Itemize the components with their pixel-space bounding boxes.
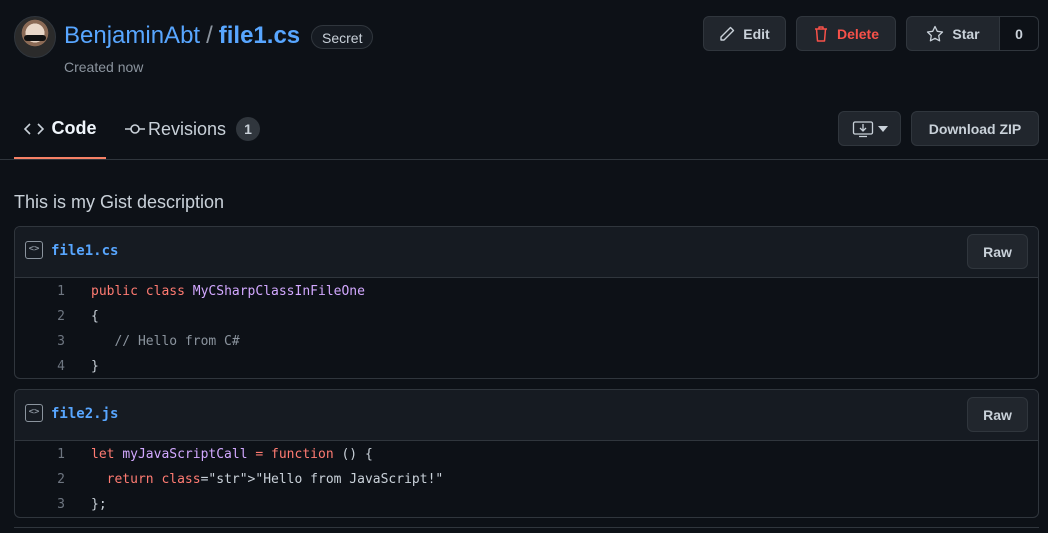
line-content: // Hello from C# xyxy=(91,334,240,349)
download-zip-button[interactable]: Download ZIP xyxy=(911,111,1039,146)
code-line: 1 let myJavaScriptCall = function () { xyxy=(15,442,1038,467)
star-label: Star xyxy=(952,25,980,42)
code-line: 3}; xyxy=(15,492,1038,517)
file-box-file2: <> file2.js Raw 1 let myJavaScriptCall = … xyxy=(14,389,1039,518)
code-line: 1 public class MyCSharpClassInFileOne xyxy=(15,279,1038,304)
code-block: 1 let myJavaScriptCall = function () { 2 … xyxy=(15,441,1038,517)
line-content: }; xyxy=(91,497,107,512)
title-separator: / xyxy=(206,22,213,49)
pencil-icon xyxy=(720,26,735,41)
code-line: 2 return class="str">"Hello from JavaScr… xyxy=(15,467,1038,492)
tab-revisions[interactable]: Revisions 1 xyxy=(124,100,261,158)
gist-description: This is my Gist description xyxy=(14,192,225,212)
file-box-file1: <> file1.cs Raw 1 public class MyCSharpCl… xyxy=(14,226,1039,379)
revisions-count: 1 xyxy=(236,117,261,141)
line-content: public class MyCSharpClassInFileOne xyxy=(91,284,365,299)
raw-button[interactable]: Raw xyxy=(967,234,1028,269)
delete-label: Delete xyxy=(836,25,880,42)
line-content: let myJavaScriptCall = function () { xyxy=(91,447,373,462)
line-content: } xyxy=(91,359,99,374)
git-commit-icon xyxy=(125,124,145,134)
download-desktop-icon xyxy=(852,120,873,137)
file-header: <> file1.cs Raw xyxy=(15,227,1038,278)
code-icon xyxy=(23,122,44,135)
code-line: 2{ xyxy=(15,304,1038,329)
line-number: 1 xyxy=(57,284,65,299)
star-count[interactable]: 0 xyxy=(999,16,1039,51)
line-content: { xyxy=(91,309,99,324)
line-content: return class="str">"Hello from JavaScrip… xyxy=(106,472,444,487)
caret-down-icon xyxy=(877,125,888,132)
code-line: 4} xyxy=(15,354,1038,378)
star-icon xyxy=(927,25,944,41)
created-timestamp: Created now xyxy=(64,59,144,75)
line-number: 2 xyxy=(57,472,65,487)
avatar[interactable] xyxy=(14,16,56,58)
gist-title: BenjaminAbt / file1.cs xyxy=(64,20,300,52)
delete-button[interactable]: Delete xyxy=(796,16,896,51)
line-number: 3 xyxy=(57,334,65,349)
line-number: 2 xyxy=(57,309,65,324)
code-block: 1 public class MyCSharpClassInFileOne 2{ … xyxy=(15,278,1038,378)
file-code-icon: <> xyxy=(25,241,43,259)
star-button[interactable]: Star xyxy=(906,16,1000,51)
owner-link[interactable]: BenjaminAbt xyxy=(64,22,200,49)
file-code-icon: <> xyxy=(25,404,43,422)
gist-name-link[interactable]: file1.cs xyxy=(219,22,300,49)
clone-embed-dropdown[interactable] xyxy=(838,111,901,146)
gist-tabs: Code Revisions 1 Download ZIP xyxy=(0,100,1048,160)
file-name-link[interactable]: file2.js xyxy=(51,406,118,422)
raw-button[interactable]: Raw xyxy=(967,397,1028,432)
line-number: 3 xyxy=(57,497,65,512)
code-line: 3 // Hello from C# xyxy=(15,329,1038,354)
edit-label: Edit xyxy=(743,25,770,42)
tab-code[interactable]: Code xyxy=(14,100,106,159)
tab-code-label: Code xyxy=(51,118,97,138)
edit-button[interactable]: Edit xyxy=(703,16,786,51)
line-number: 4 xyxy=(57,359,65,374)
secret-badge: Secret xyxy=(311,25,374,49)
trash-icon xyxy=(814,25,827,42)
tab-revisions-label: Revisions xyxy=(148,118,227,139)
file-name-link[interactable]: file1.cs xyxy=(51,243,118,259)
divider xyxy=(14,527,1039,528)
file-header: <> file2.js Raw xyxy=(15,390,1038,441)
line-number: 1 xyxy=(57,447,65,462)
gist-header: BenjaminAbt / file1.cs Secret Created now … xyxy=(0,0,1048,100)
